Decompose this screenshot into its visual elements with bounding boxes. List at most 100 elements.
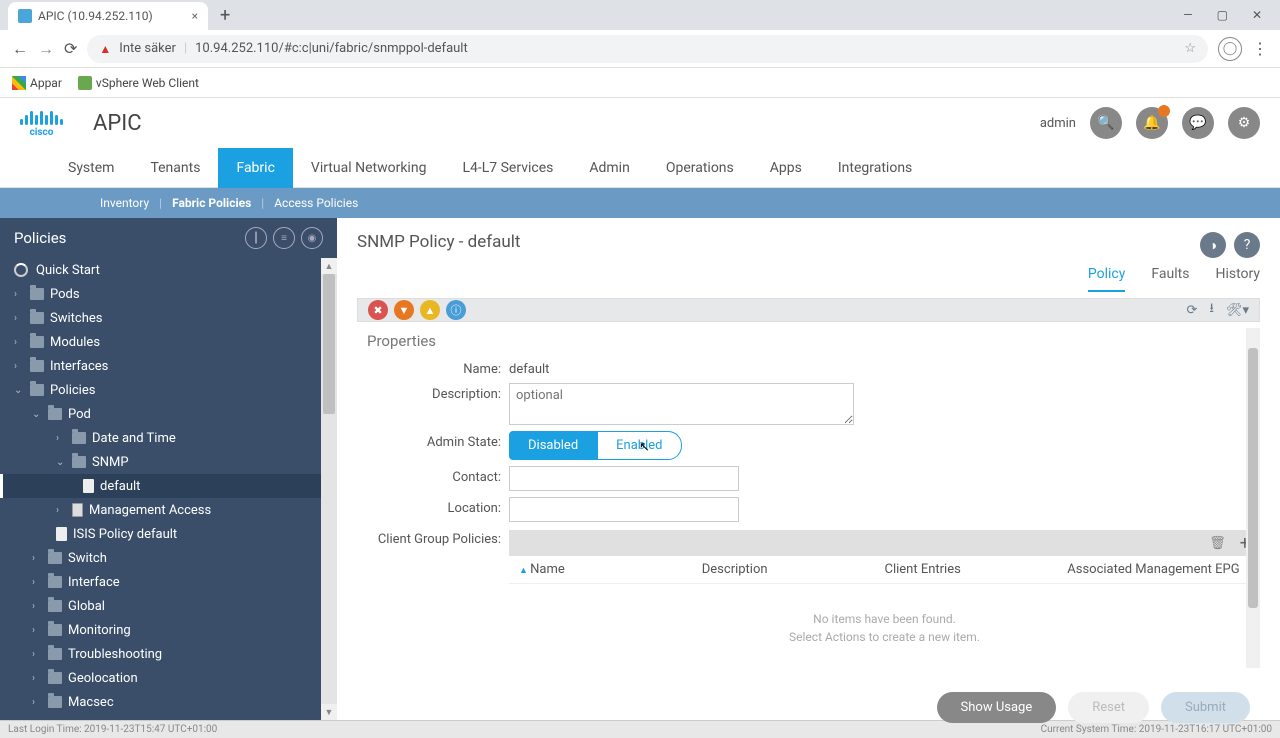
panel-scrollbar[interactable] bbox=[1246, 328, 1260, 668]
nav-tenants[interactable]: Tenants bbox=[132, 148, 218, 188]
tree-snmp[interactable]: ⌄SNMP bbox=[0, 450, 321, 474]
fault-critical-icon[interactable]: ✖ bbox=[368, 300, 388, 320]
clipboard-icon bbox=[72, 503, 83, 517]
browser-tab[interactable]: APIC (10.94.252.110) × bbox=[8, 2, 208, 30]
subnav-inventory[interactable]: Inventory bbox=[90, 196, 159, 210]
window-controls: — ▢ ✕ bbox=[1183, 8, 1272, 22]
tab-faults[interactable]: Faults bbox=[1151, 266, 1189, 292]
admin-state-toggle[interactable]: Disabled Enabled ↖ bbox=[509, 431, 682, 460]
apps-shortcut[interactable]: Appar bbox=[12, 76, 62, 90]
tree-troubleshooting[interactable]: ›Troubleshooting bbox=[0, 642, 321, 666]
tree-monitoring[interactable]: ›Monitoring bbox=[0, 618, 321, 642]
nav-virtual-networking[interactable]: Virtual Networking bbox=[293, 148, 445, 188]
fault-toolbar: ✖ ▼ ▲ ⓘ ⟳ ⭳ 🛠▾ bbox=[357, 298, 1260, 322]
col-description[interactable]: Description bbox=[702, 562, 885, 577]
tree-mgmt-access[interactable]: ›Management Access bbox=[0, 498, 321, 522]
tree-date-time[interactable]: ›Date and Time bbox=[0, 426, 321, 450]
tree-interface[interactable]: ›Interface bbox=[0, 570, 321, 594]
nav-integrations[interactable]: Integrations bbox=[820, 148, 930, 188]
forward-button[interactable]: → bbox=[38, 39, 54, 59]
bookmark-star-icon[interactable]: ☆ bbox=[1184, 41, 1196, 56]
main-panel: SNMP Policy - default ◑ ? Policy Faults … bbox=[337, 218, 1280, 720]
help-icon[interactable]: ? bbox=[1234, 232, 1260, 258]
fault-minor-icon[interactable]: ▲ bbox=[420, 300, 440, 320]
folder-icon bbox=[48, 672, 62, 684]
tree-tool-1[interactable]: ┃ bbox=[245, 227, 267, 249]
maximize-icon[interactable]: ▢ bbox=[1217, 8, 1228, 22]
tree-tool-3[interactable]: ◉ bbox=[301, 227, 323, 249]
vsphere-icon bbox=[78, 76, 92, 90]
favicon bbox=[18, 9, 32, 23]
close-tab-icon[interactable]: × bbox=[192, 9, 198, 23]
last-login: Last Login Time: 2019-11-23T15:47 UTC+01… bbox=[8, 724, 217, 735]
quick-start[interactable]: Quick Start bbox=[0, 258, 321, 282]
profile-icon[interactable]: ◯ bbox=[1218, 37, 1242, 61]
contact-input[interactable] bbox=[509, 466, 739, 491]
tree-interfaces[interactable]: ›Interfaces bbox=[0, 354, 321, 378]
cgp-table-tools: 🗑 + bbox=[509, 530, 1260, 556]
tree-modules[interactable]: ›Modules bbox=[0, 330, 321, 354]
nav-apps[interactable]: Apps bbox=[752, 148, 820, 188]
toggle-enabled[interactable]: Enabled bbox=[597, 431, 681, 460]
delete-row-icon[interactable]: 🗑 bbox=[1209, 536, 1226, 551]
tab-history[interactable]: History bbox=[1215, 266, 1260, 292]
tree-policies[interactable]: ⌄Policies bbox=[0, 378, 321, 402]
tree-macsec[interactable]: ›Macsec bbox=[0, 690, 321, 714]
tree-pods[interactable]: ›Pods bbox=[0, 282, 321, 306]
tree-snmp-default[interactable]: default bbox=[0, 474, 321, 498]
search-icon[interactable]: 🔍 bbox=[1090, 107, 1122, 139]
nav-operations[interactable]: Operations bbox=[648, 148, 752, 188]
close-window-icon[interactable]: ✕ bbox=[1252, 8, 1262, 22]
tools-icon[interactable]: 🛠▾ bbox=[1226, 303, 1249, 318]
scroll-down-icon[interactable]: ▼ bbox=[321, 704, 337, 720]
reload-button[interactable]: ⟳ bbox=[64, 39, 77, 58]
subnav-fabric-policies[interactable]: Fabric Policies bbox=[162, 196, 261, 210]
tab-policy[interactable]: Policy bbox=[1088, 266, 1126, 292]
tree-switch[interactable]: ›Switch bbox=[0, 546, 321, 570]
nav-admin[interactable]: Admin bbox=[571, 148, 647, 188]
bookmark-icon[interactable]: ◑ bbox=[1200, 232, 1226, 258]
subnav-access-policies[interactable]: Access Policies bbox=[264, 196, 368, 210]
cgp-table-header: Name Description Client Entries Associat… bbox=[509, 556, 1260, 584]
tree-switches[interactable]: ›Switches bbox=[0, 306, 321, 330]
tree-tool-2[interactable]: ≡ bbox=[273, 227, 295, 249]
alert-badge bbox=[1158, 105, 1170, 117]
refresh-icon[interactable]: ⟳ bbox=[1187, 303, 1198, 318]
col-epg[interactable]: Associated Management EPG bbox=[1067, 562, 1250, 577]
back-button[interactable]: ← bbox=[12, 39, 28, 59]
user-name[interactable]: admin bbox=[1040, 116, 1076, 131]
scroll-up-icon[interactable]: ▲ bbox=[321, 258, 337, 274]
chrome-menu-icon[interactable]: ⋮ bbox=[1252, 39, 1268, 58]
minimize-icon[interactable]: — bbox=[1183, 8, 1192, 22]
bookmark-vsphere[interactable]: vSphere Web Client bbox=[78, 76, 199, 90]
nav-system[interactable]: System bbox=[50, 148, 132, 188]
sidebar-scrollbar[interactable]: ▲ ▼ bbox=[321, 258, 337, 720]
scroll-thumb[interactable] bbox=[323, 274, 335, 414]
feedback-icon[interactable]: 💬 bbox=[1182, 107, 1214, 139]
alerts-icon[interactable]: 🔔 bbox=[1136, 107, 1168, 139]
description-input[interactable] bbox=[509, 383, 854, 425]
show-usage-button[interactable]: Show Usage bbox=[937, 692, 1057, 723]
fault-info-icon[interactable]: ⓘ bbox=[446, 300, 466, 320]
tree-geolocation[interactable]: ›Geolocation bbox=[0, 666, 321, 690]
location-input[interactable] bbox=[509, 497, 739, 522]
col-entries[interactable]: Client Entries bbox=[885, 562, 1068, 577]
download-icon[interactable]: ⭳ bbox=[1209, 299, 1214, 321]
label-description: Description: bbox=[357, 383, 509, 402]
nav-fabric[interactable]: Fabric bbox=[218, 148, 292, 188]
new-tab-button[interactable]: + bbox=[212, 5, 238, 26]
nav-l4l7[interactable]: L4-L7 Services bbox=[444, 148, 571, 188]
insecure-icon: ▲ bbox=[99, 42, 111, 56]
fault-major-icon[interactable]: ▼ bbox=[394, 300, 414, 320]
submit-button[interactable]: Submit bbox=[1161, 692, 1250, 723]
reset-button[interactable]: Reset bbox=[1068, 692, 1149, 723]
policy-tree: Quick Start ›Pods ›Switches ›Modules ›In… bbox=[0, 258, 337, 720]
gear-icon[interactable]: ⚙ bbox=[1228, 107, 1260, 139]
col-name[interactable]: Name bbox=[519, 562, 702, 577]
address-bar[interactable]: ▲ Inte säker | 10.94.252.110/#c:c|uni/fa… bbox=[87, 35, 1208, 63]
toggle-disabled[interactable]: Disabled bbox=[509, 431, 597, 460]
tree-pod[interactable]: ⌄Pod bbox=[0, 402, 321, 426]
tree-global[interactable]: ›Global bbox=[0, 594, 321, 618]
browser-tab-bar: APIC (10.94.252.110) × + — ▢ ✕ bbox=[0, 0, 1280, 30]
tree-isis[interactable]: ISIS Policy default bbox=[0, 522, 321, 546]
